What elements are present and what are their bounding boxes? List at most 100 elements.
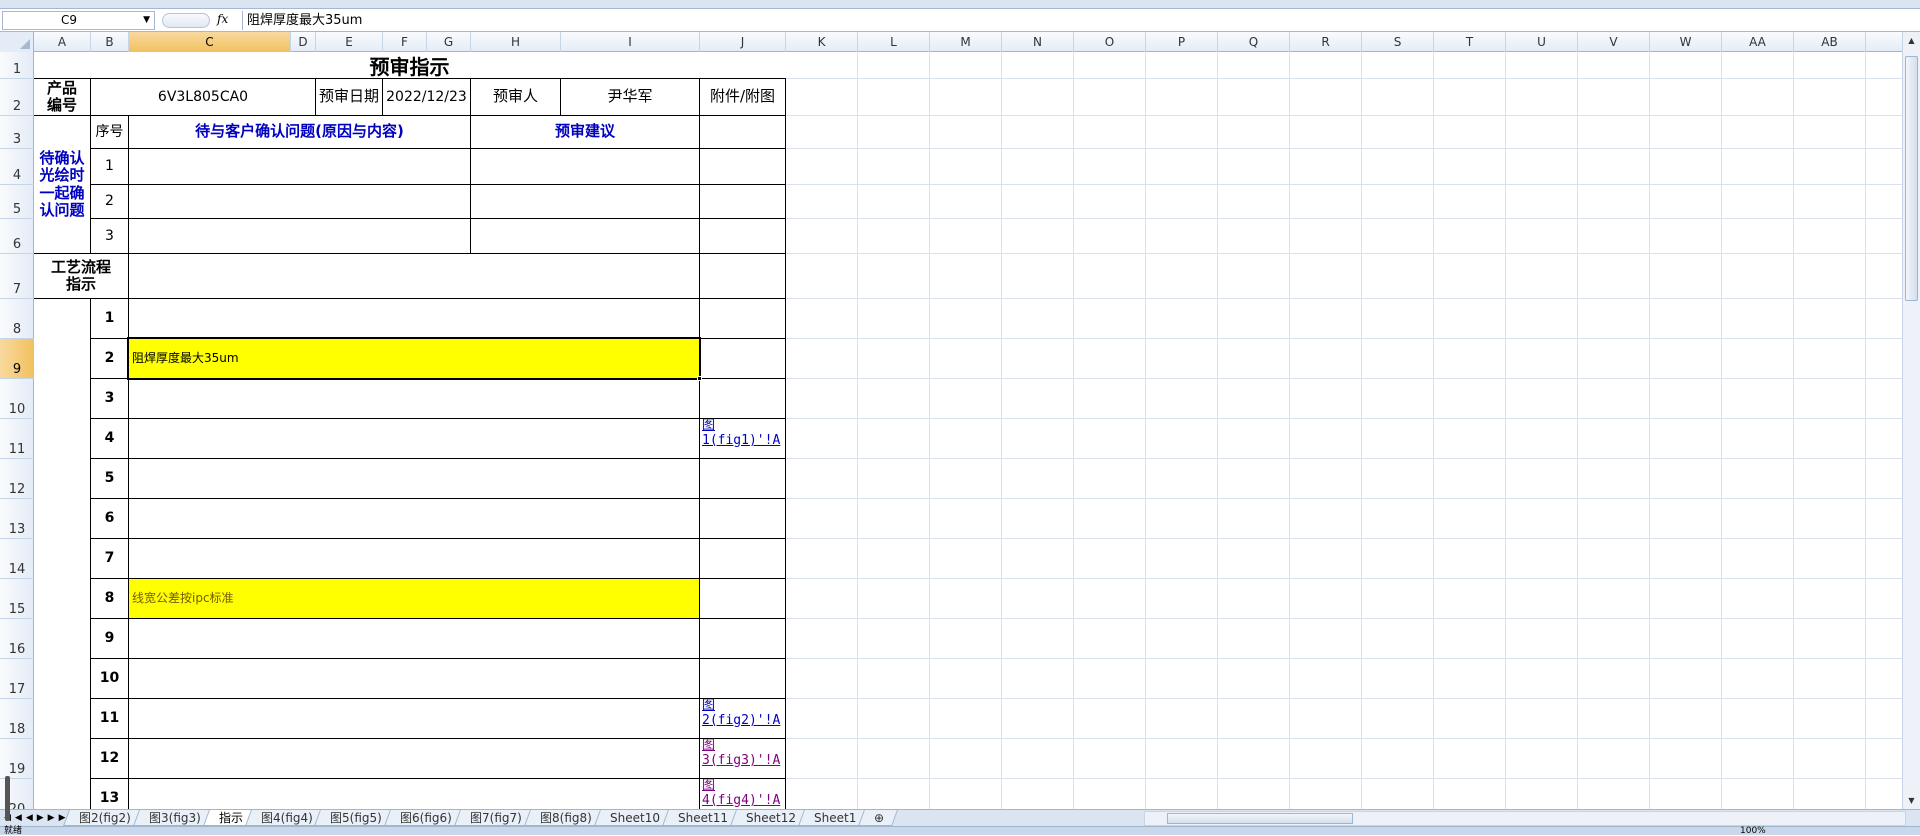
step-attachment-cell[interactable] (699, 298, 786, 339)
row-header-3[interactable]: 3 (0, 116, 34, 149)
confirm-seq[interactable]: 1 (90, 148, 129, 185)
step-text-cell[interactable] (128, 538, 700, 579)
sheet-tab[interactable]: 图8(fig8) (523, 810, 606, 826)
step-attachment-cell[interactable] (699, 538, 786, 579)
step-attachment-cell[interactable] (699, 618, 786, 659)
row-header-5[interactable]: 5 (0, 185, 34, 219)
step-attachment-cell-text[interactable]: 图 4(fig4)'!A (702, 779, 780, 809)
vertical-scroll-thumb[interactable] (1905, 56, 1918, 301)
confirm-seq[interactable]: 3 (90, 218, 129, 254)
process-label[interactable]: 工艺流程 指示 (34, 253, 129, 299)
confirm-issue-cell[interactable] (128, 184, 471, 219)
step-number[interactable]: 7 (90, 538, 129, 579)
insert-sheet-icon[interactable]: ⊕ (858, 810, 898, 826)
row-header-8[interactable]: 8 (0, 299, 34, 339)
confirm-attachment-cell[interactable] (699, 184, 786, 219)
row-header-16[interactable]: 16 (0, 619, 34, 659)
step-attachment-cell[interactable]: 图 3(fig3)'!A (699, 738, 786, 779)
step-attachment-cell[interactable] (699, 658, 786, 699)
step-attachment-cell-text[interactable]: 图 1(fig1)'!A (702, 419, 780, 449)
column-header-m[interactable]: M (930, 32, 1002, 52)
step-text-cell[interactable] (128, 658, 700, 699)
attachment-cell[interactable] (699, 115, 786, 149)
step-number[interactable]: 5 (90, 458, 129, 499)
insert-function-icon[interactable]: fx (217, 12, 228, 26)
column-header-ab[interactable]: AB (1794, 32, 1866, 52)
step-attachment-cell[interactable] (699, 458, 786, 499)
step-attachment-cell[interactable] (699, 498, 786, 539)
column-header-f[interactable]: F (383, 32, 427, 52)
column-header-a[interactable]: A (34, 32, 91, 52)
column-header-u[interactable]: U (1506, 32, 1578, 52)
step-number[interactable]: 8 (90, 578, 129, 619)
attachment-label[interactable]: 附件/附图 (699, 78, 786, 116)
confirm-attachment-cell[interactable] (699, 148, 786, 185)
sheet-tab[interactable]: 图7(fig7) (454, 810, 536, 826)
column-header-w[interactable]: W (1650, 32, 1722, 52)
step-attachment-cell-text[interactable]: 图 2(fig2)'!A (702, 699, 780, 729)
row-header-12[interactable]: 12 (0, 459, 34, 499)
column-header-q[interactable]: Q (1218, 32, 1290, 52)
confirm-issue-cell[interactable] (128, 148, 471, 185)
column-header-j[interactable]: J (700, 32, 786, 52)
sheet-title[interactable]: 预审指示 (34, 52, 786, 79)
column-header-v[interactable]: V (1578, 32, 1650, 52)
confirm-advice-cell[interactable] (470, 148, 700, 185)
step-text-cell[interactable] (128, 498, 700, 539)
column-header-p[interactable]: P (1146, 32, 1218, 52)
step-number[interactable]: 3 (90, 378, 129, 419)
tab-navigation[interactable]: ◀◀◀▶▶▶ (4, 811, 66, 826)
sheet-tab[interactable]: Sheet11 (661, 810, 742, 826)
select-all-button[interactable] (0, 32, 34, 52)
process-attachment-cell[interactable] (699, 253, 786, 299)
step-text-cell[interactable] (128, 378, 700, 419)
column-header-r[interactable]: R (1290, 32, 1362, 52)
column-header-t[interactable]: T (1434, 32, 1506, 52)
step-text-cell[interactable] (128, 298, 700, 339)
fill-handle[interactable] (697, 376, 702, 381)
step-number[interactable]: 12 (90, 738, 129, 779)
column-header-o[interactable]: O (1074, 32, 1146, 52)
step-attachment-cell[interactable] (699, 338, 786, 379)
horizontal-scroll-thumb[interactable] (1167, 813, 1353, 824)
reviewer-label[interactable]: 预审人 (470, 78, 561, 116)
step-number[interactable]: 1 (90, 298, 129, 339)
row-header-19[interactable]: 19 (0, 739, 34, 779)
product-label[interactable]: 产品 编号 (34, 78, 91, 116)
chevron-down-icon[interactable]: ▼ (143, 12, 150, 29)
step-text-cell[interactable] (128, 618, 700, 659)
column-header-aa[interactable]: AA (1722, 32, 1794, 52)
column-header-k[interactable]: K (786, 32, 858, 52)
step-number[interactable]: 9 (90, 618, 129, 659)
column-header-g[interactable]: G (427, 32, 471, 52)
formula-input[interactable]: 阻焊厚度最大35um (242, 11, 1918, 30)
cell-area[interactable]: 预审指示 产品 编号 6V3L805CA0 预审日期 2022/12/23 预审人 尹华军 附… (34, 52, 1902, 809)
reviewer-value[interactable]: 尹华军 (560, 78, 700, 116)
step-text-cell[interactable] (128, 418, 700, 459)
step-attachment-cell[interactable]: 图 1(fig1)'!A (699, 418, 786, 459)
confirm-advice-cell[interactable] (470, 184, 700, 219)
row-header-7[interactable]: 7 (0, 254, 34, 299)
formula-expand-control[interactable] (162, 13, 210, 28)
row-header-10[interactable]: 10 (0, 379, 34, 419)
name-box[interactable]: C9 ▼ (2, 11, 155, 30)
step-number[interactable]: 10 (90, 658, 129, 699)
spreadsheet-grid[interactable]: A B C D E F G H I J K L M N O P Q R S T U V W AA AB 1 2 3 4 5 6 7 8 9 10 1… (0, 32, 1902, 809)
step-text-cell[interactable] (128, 698, 700, 739)
row-header-6[interactable]: 6 (0, 219, 34, 254)
row-header-9[interactable]: 9 (0, 339, 34, 379)
confirm-issue-cell[interactable] (128, 218, 471, 254)
step-attachment-cell[interactable]: 图 4(fig4)'!A (699, 778, 786, 809)
row-header-18[interactable]: 18 (0, 699, 34, 739)
confirm-section-label[interactable]: 待确认 光绘时 一起确 认问题 (34, 115, 91, 254)
row-header-17[interactable]: 17 (0, 659, 34, 699)
step-number[interactable]: 4 (90, 418, 129, 459)
step-number[interactable]: 6 (90, 498, 129, 539)
issue-header[interactable]: 待与客户确认问题(原因与内容) (128, 115, 471, 149)
step-number[interactable]: 13 (90, 778, 129, 809)
column-header-b[interactable]: B (91, 32, 129, 52)
step-number[interactable]: 11 (90, 698, 129, 739)
step-number[interactable]: 2 (90, 338, 129, 379)
horizontal-scrollbar[interactable] (1144, 811, 1906, 826)
step-text-cell[interactable]: 阻焊厚度最大35um (128, 338, 700, 379)
